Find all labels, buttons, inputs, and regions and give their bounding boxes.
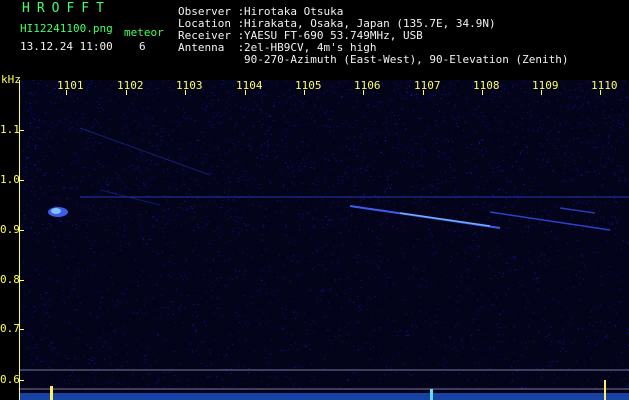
x-tick-label: 1105 [295,79,322,92]
receiver-value: YAESU FT-690 53.749MHz, USB [244,29,423,42]
x-tick-mark [66,90,67,95]
meteor-trail-3 [559,207,596,214]
receiver-label: Receiver : [178,29,245,42]
y-tick-label: 0.8 [0,273,20,286]
spectrogram-plot [20,80,629,400]
meteor-trail-2 [489,211,611,231]
antenna-value: 2el-HB9CV, 4m's high [244,41,377,54]
y-tick-label: 1.0 [0,173,20,186]
x-tick-label: 1103 [176,79,203,92]
x-tick-label: 1110 [591,79,618,92]
x-tick-mark [541,90,542,95]
y-tick-label: 0.7 [0,322,20,335]
antenna-label: Antenna : [178,41,245,54]
location-value: Hirakata, Osaka, Japan (135.7E, 34.9N) [244,17,496,30]
y-tick-label: 1.1 [0,123,20,136]
y-tick-mark [19,180,24,181]
amplitude-band [20,393,629,400]
x-tick-mark [126,90,127,95]
observer-value: Hirotaka Otsuka [244,5,344,18]
x-tick-label: 1106 [354,79,381,92]
datetime-label: 13.12.24 11:00 [20,40,113,53]
spectrogram-overlay [20,127,629,400]
amplitude-spike-1 [50,386,53,400]
x-tick-label: 1104 [236,79,263,92]
x-tick-mark [185,90,186,95]
y-tick-mark [19,380,24,381]
x-tick-mark [482,90,483,95]
y-tick-mark [19,130,24,131]
filename-label: HI12241100.png [20,22,113,35]
y-axis-unit: kHz [1,73,21,86]
x-tick-label: 1102 [117,79,144,92]
faint-streak-1 [79,127,211,176]
y-tick-mark [19,230,24,231]
app-brand-title: HROFFT [22,1,111,16]
meteor-label: meteor [124,26,164,39]
amplitude-spike-3 [430,389,433,400]
x-tick-label: 1101 [57,79,84,92]
x-tick-label: 1107 [414,79,441,92]
x-tick-label: 1108 [473,79,500,92]
x-tick-mark [363,90,364,95]
x-tick-label: 1109 [532,79,559,92]
x-tick-mark [600,90,601,95]
antenna-value-2: 90-270-Azimuth (East-West), 90-Elevation… [244,53,569,66]
x-tick-mark [423,90,424,95]
observer-label: Observer : [178,5,245,18]
meteor-echo-1-core [51,208,61,214]
meteor-count: 6 [139,40,146,53]
y-tick-mark [19,329,24,330]
location-label: Location : [178,17,245,30]
x-tick-mark [304,90,305,95]
y-tick-label: 0.9 [0,223,20,236]
meteor-trail-1-core [399,212,491,227]
y-tick-mark [19,280,24,281]
amplitude-spike-2 [604,380,606,400]
x-tick-mark [245,90,246,95]
y-tick-label: 0.6 [0,373,20,386]
